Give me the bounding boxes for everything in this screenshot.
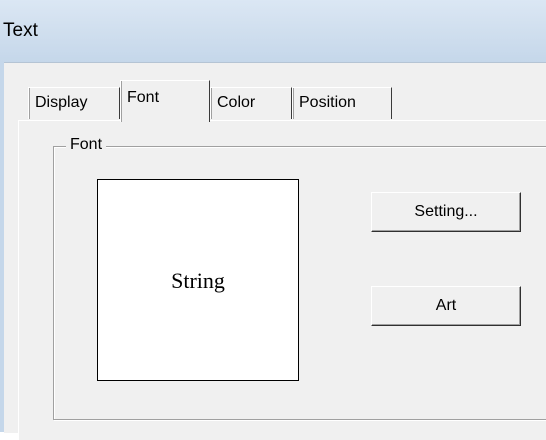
font-preview-text: String: [171, 268, 225, 293]
art-button[interactable]: Art: [371, 286, 521, 326]
tab-color-label: Color: [217, 94, 256, 111]
tab-display[interactable]: Display: [28, 87, 120, 119]
title-bar[interactable]: Text: [0, 0, 546, 62]
tab-color[interactable]: Color: [210, 87, 292, 119]
setting-button[interactable]: Setting...: [371, 192, 521, 232]
font-groupbox-label: Font: [66, 136, 107, 154]
tab-font-label: Font: [127, 89, 160, 106]
tab-font[interactable]: Font: [120, 80, 210, 122]
tab-position-label: Position: [299, 94, 356, 111]
window-title: Text: [3, 20, 38, 41]
tab-display-label: Display: [35, 94, 88, 111]
font-preview-box: String: [97, 179, 299, 381]
tab-position[interactable]: Position: [292, 87, 392, 119]
